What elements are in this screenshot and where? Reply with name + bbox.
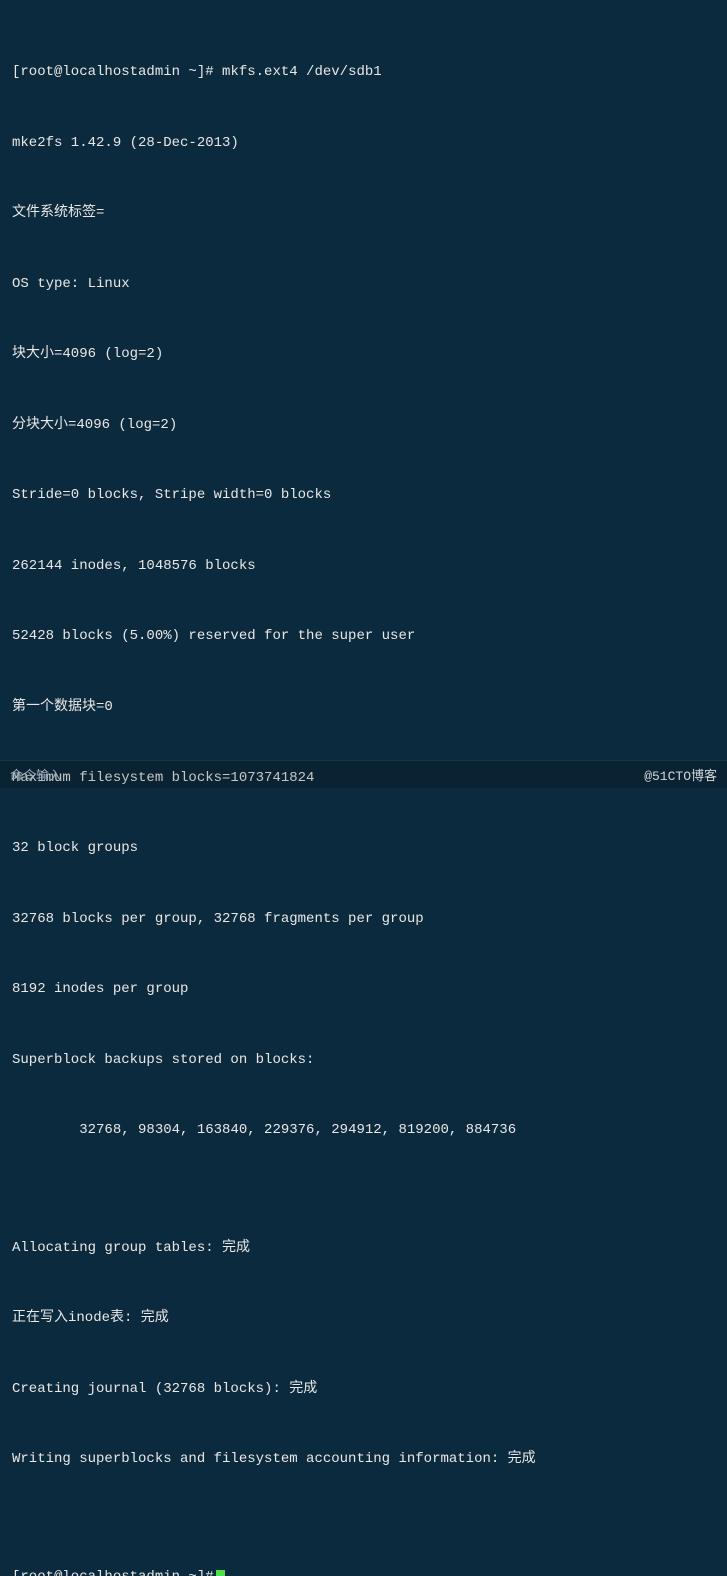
output-line: 8192 inodes per group	[12, 978, 715, 1002]
cursor-icon	[216, 1570, 225, 1576]
command-line: [root@localhostadmin ~]# mkfs.ext4 /dev/…	[12, 61, 715, 85]
output-line: Stride=0 blocks, Stripe width=0 blocks	[12, 484, 715, 508]
output-line: 262144 inodes, 1048576 blocks	[12, 555, 715, 579]
terminal-output[interactable]: [root@localhostadmin ~]# mkfs.ext4 /dev/…	[0, 0, 727, 1576]
output-line: 32 block groups	[12, 837, 715, 861]
shell-prompt: [root@localhostadmin ~]#	[12, 1566, 214, 1576]
output-line: 32768, 98304, 163840, 229376, 294912, 81…	[12, 1119, 715, 1143]
output-line: 文件系统标签=	[12, 202, 715, 226]
bottom-bar: 命令输入 @51CTO博客	[0, 760, 727, 788]
output-line: Writing superblocks and filesystem accou…	[12, 1448, 715, 1472]
output-line: Creating journal (32768 blocks): 完成	[12, 1378, 715, 1402]
output-line: Superblock backups stored on blocks:	[12, 1049, 715, 1073]
watermark-text: @51CTO博客	[644, 765, 717, 784]
output-line: 32768 blocks per group, 32768 fragments …	[12, 908, 715, 932]
output-line: mke2fs 1.42.9 (28-Dec-2013)	[12, 132, 715, 156]
prompt-line[interactable]: [root@localhostadmin ~]#	[12, 1566, 715, 1576]
output-line: 52428 blocks (5.00%) reserved for the su…	[12, 625, 715, 649]
output-line: OS type: Linux	[12, 273, 715, 297]
command-text: mkfs.ext4 /dev/sdb1	[222, 64, 382, 80]
output-line: 正在写入inode表: 完成	[12, 1307, 715, 1331]
output-line: 第一个数据块=0	[12, 696, 715, 720]
output-line: 分块大小=4096 (log=2)	[12, 414, 715, 438]
shell-prompt: [root@localhostadmin ~]#	[12, 64, 214, 80]
output-line: Allocating group tables: 完成	[12, 1237, 715, 1261]
command-input-label: 命令输入	[10, 765, 62, 784]
output-line: 块大小=4096 (log=2)	[12, 343, 715, 367]
